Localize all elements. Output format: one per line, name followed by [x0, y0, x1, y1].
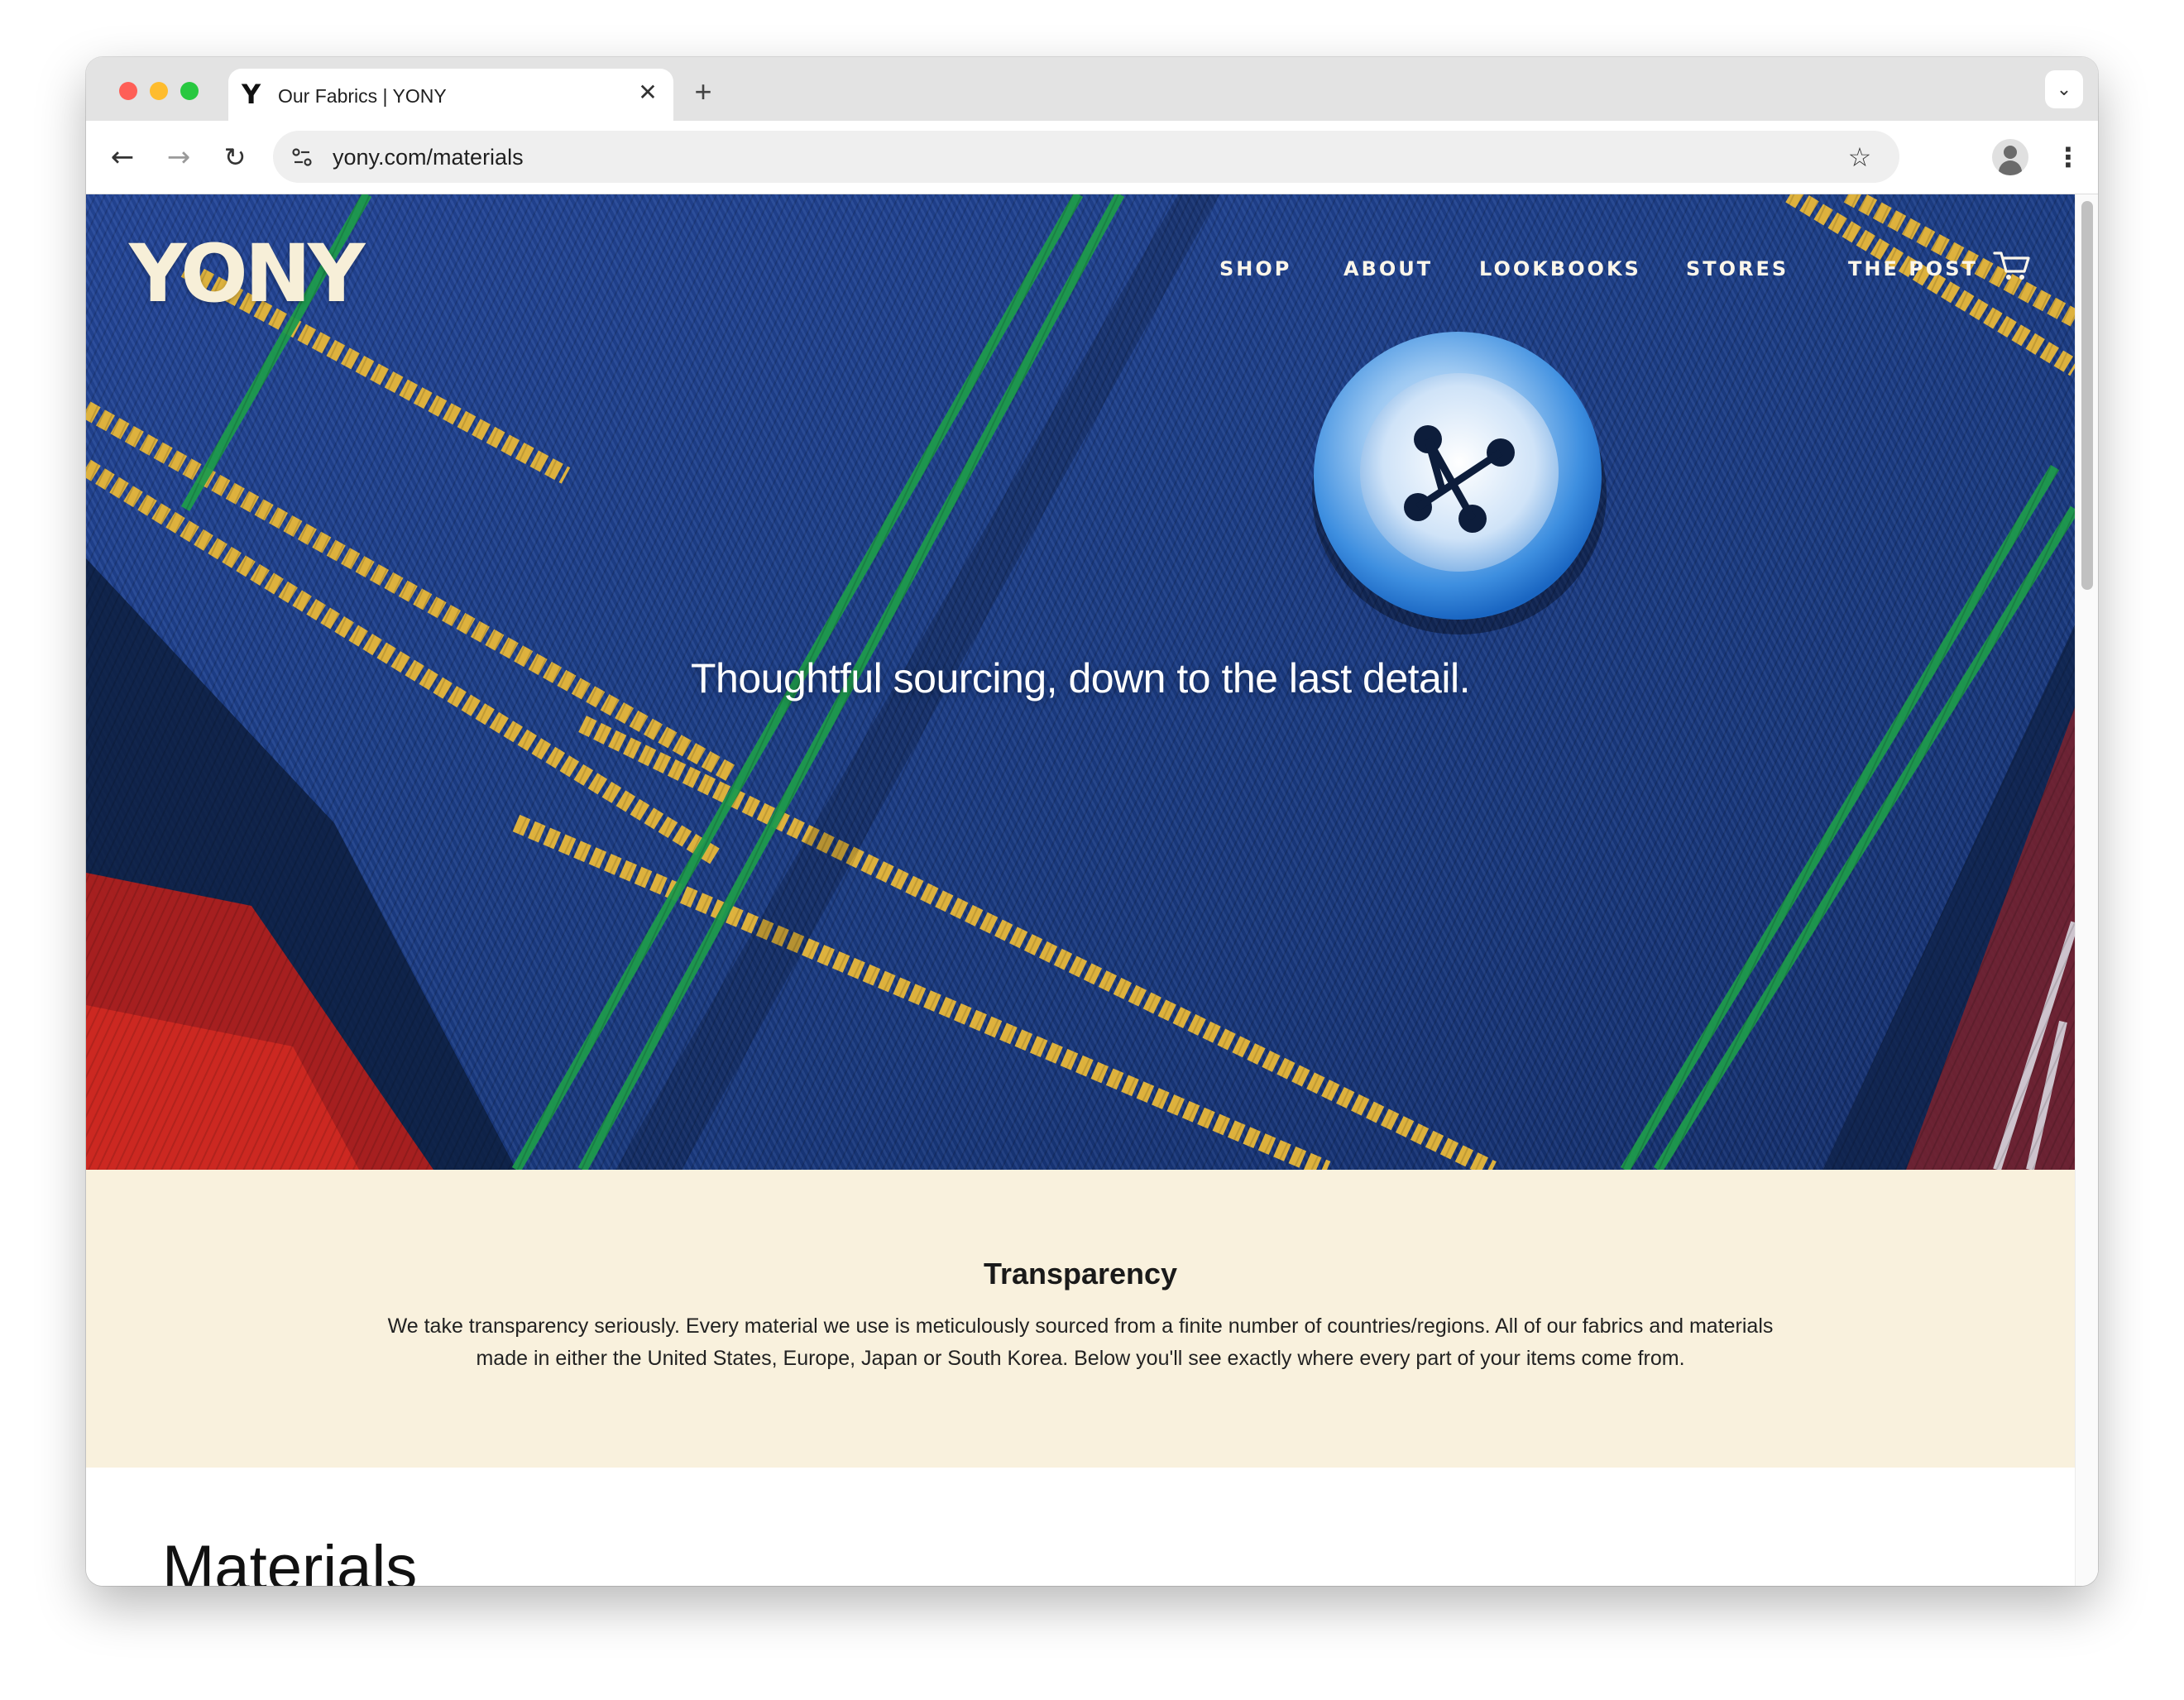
tab-title: Our Fabrics | YONY [278, 85, 447, 107]
arrow-right-icon[interactable]: → [160, 139, 197, 175]
star-icon[interactable]: ☆ [1842, 139, 1878, 175]
materials-heading: Materials [162, 1533, 418, 1586]
scrollbar-thumb[interactable] [2081, 201, 2093, 590]
address-bar[interactable]: yony.com/materials ☆ [273, 131, 1899, 183]
hero-section: YONY SHOP ABOUT LOOKBOOKS STORES THE POS… [86, 194, 2075, 1170]
tab-active[interactable]: Y Our Fabrics | YONY ✕ [228, 69, 673, 121]
person-icon[interactable] [1992, 139, 2028, 175]
tune-icon[interactable] [285, 140, 319, 175]
minimize-window-button[interactable] [150, 82, 168, 100]
cart-icon[interactable] [1992, 249, 2032, 282]
close-window-button[interactable] [119, 82, 137, 100]
kebab-menu-icon[interactable]: ⋮ [2050, 139, 2086, 175]
site-logo[interactable]: YONY [129, 227, 366, 320]
browser-window: Y Our Fabrics | YONY ✕ + ⌄ ← → ↻ yony.co… [86, 57, 2098, 1586]
nav-about[interactable]: ABOUT [1343, 257, 1433, 280]
nav-shop[interactable]: SHOP [1219, 257, 1291, 280]
hero-tagline: Thoughtful sourcing, down to the last de… [691, 655, 1470, 702]
close-icon[interactable]: ✕ [635, 80, 660, 105]
tab-strip: Y Our Fabrics | YONY ✕ + ⌄ [86, 57, 2098, 121]
scrollbar[interactable] [2075, 194, 2098, 1586]
reload-icon[interactable]: ↻ [217, 139, 253, 175]
favicon-icon: Y [242, 79, 261, 110]
nav-the-post[interactable]: THE POST [1848, 257, 1978, 280]
plus-icon[interactable]: + [687, 75, 720, 108]
maximize-window-button[interactable] [180, 82, 199, 100]
page-viewport: YONY SHOP ABOUT LOOKBOOKS STORES THE POS… [86, 194, 2098, 1586]
chevron-down-icon[interactable]: ⌄ [2045, 70, 2083, 108]
transparency-section: Transparency We take transparency seriou… [86, 1170, 2075, 1468]
transparency-body: We take transparency seriously. Every ma… [387, 1315, 1774, 1370]
transparency-heading: Transparency [983, 1257, 1178, 1291]
url-text: yony.com/materials [333, 145, 524, 170]
nav-lookbooks[interactable]: LOOKBOOKS [1479, 257, 1641, 280]
nav-stores[interactable]: STORES [1686, 257, 1789, 280]
browser-toolbar: ← → ↻ yony.com/materials ☆ ⋮ [86, 121, 2098, 194]
arrow-left-icon[interactable]: ← [104, 139, 141, 175]
